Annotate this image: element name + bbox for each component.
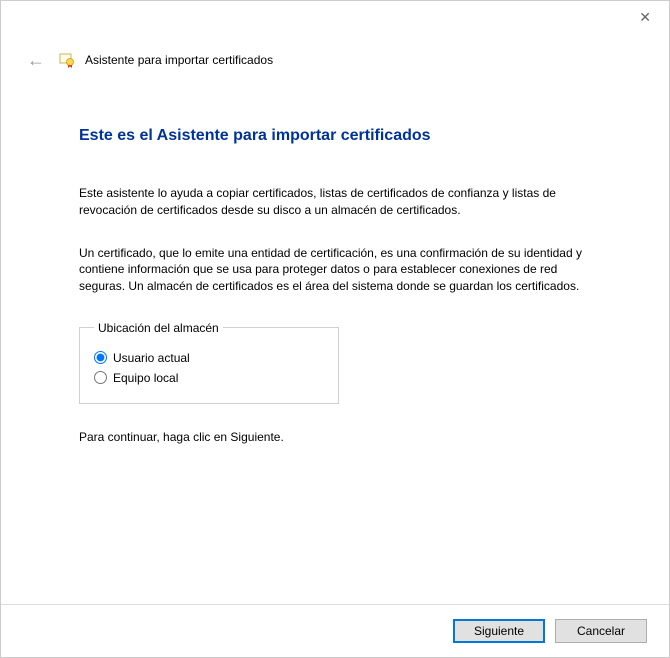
- close-icon: ✕: [639, 9, 651, 25]
- wizard-window: ✕ ← Asistente para importar certificados…: [0, 0, 670, 658]
- radio-local-machine-label: Equipo local: [113, 371, 178, 385]
- radio-local-machine-input[interactable]: [94, 371, 107, 384]
- wizard-footer: Siguiente Cancelar: [1, 604, 669, 657]
- cancel-button[interactable]: Cancelar: [555, 619, 647, 643]
- radio-local-machine[interactable]: Equipo local: [94, 371, 324, 385]
- back-arrow-icon[interactable]: ←: [23, 49, 49, 71]
- page-heading: Este es el Asistente para importar certi…: [79, 127, 591, 145]
- intro-paragraph-2: Un certificado, que lo emite una entidad…: [79, 245, 591, 295]
- store-location-legend: Ubicación del almacén: [94, 321, 223, 335]
- wizard-title: Asistente para importar certificados: [85, 53, 273, 67]
- wizard-content: Este es el Asistente para importar certi…: [1, 71, 669, 444]
- next-button[interactable]: Siguiente: [453, 619, 545, 643]
- certificate-icon: [59, 52, 75, 68]
- intro-paragraph-1: Este asistente lo ayuda a copiar certifi…: [79, 185, 591, 219]
- continue-instruction: Para continuar, haga clic en Siguiente.: [79, 430, 591, 444]
- close-button[interactable]: ✕: [633, 7, 657, 28]
- radio-current-user-label: Usuario actual: [113, 351, 190, 365]
- radio-current-user[interactable]: Usuario actual: [94, 351, 324, 365]
- radio-current-user-input[interactable]: [94, 351, 107, 364]
- wizard-header: ← Asistente para importar certificados: [1, 1, 669, 71]
- store-location-group: Ubicación del almacén Usuario actual Equ…: [79, 321, 339, 404]
